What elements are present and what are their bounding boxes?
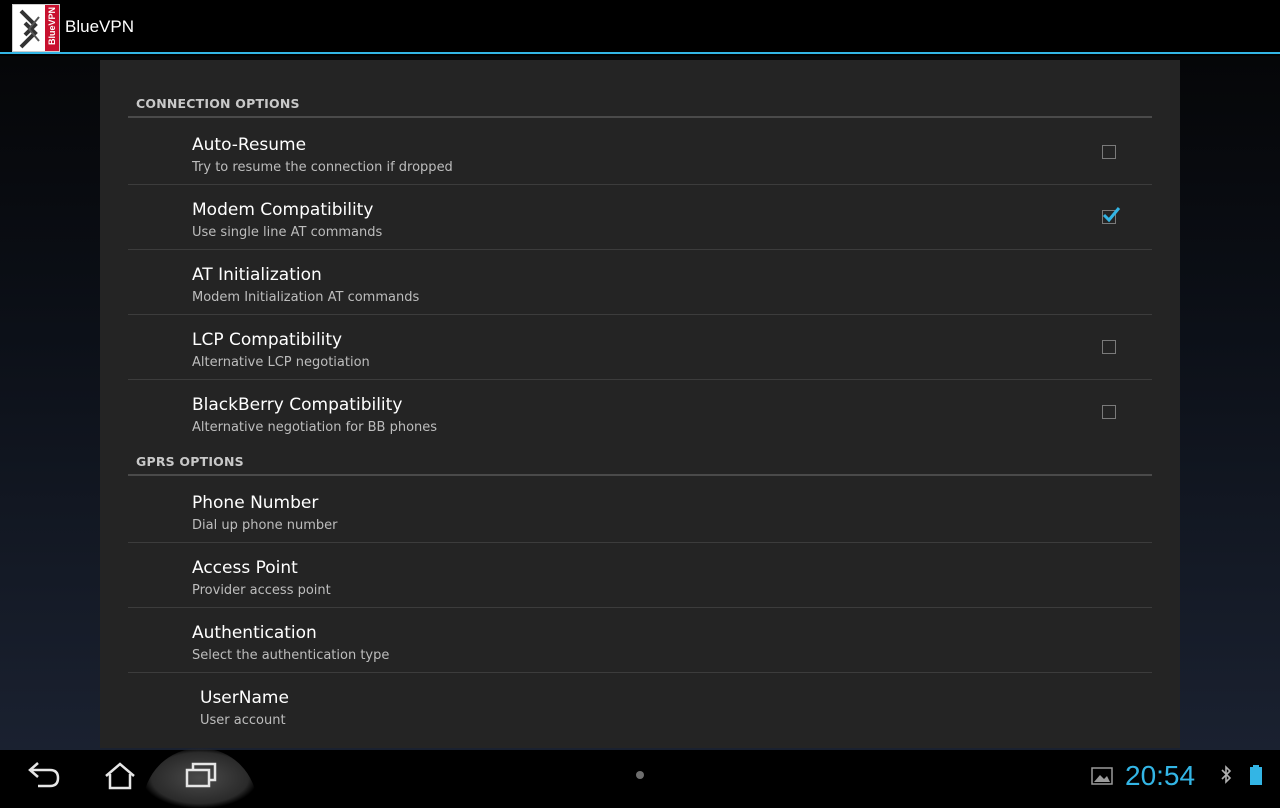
pref-summary: Modem Initialization AT commands (192, 290, 420, 305)
page-indicator-dot (636, 771, 644, 779)
back-button[interactable] (10, 750, 70, 800)
pref-summary: Alternative LCP negotiation (192, 355, 370, 370)
pref-title: Authentication (192, 623, 317, 643)
pref-title: Phone Number (192, 493, 319, 513)
pref-blackberry-compatibility[interactable]: BlackBerry Compatibility Alternative neg… (128, 380, 1152, 445)
pref-title: Auto-Resume (192, 135, 307, 155)
pref-title: BlackBerry Compatibility (192, 395, 403, 415)
lcp-compatibility-checkbox[interactable] (1102, 340, 1116, 354)
recent-apps-icon (185, 762, 217, 788)
pref-title: AT Initialization (192, 265, 322, 285)
pref-lcp-compatibility[interactable]: LCP Compatibility Alternative LCP negoti… (128, 315, 1152, 380)
pref-title: LCP Compatibility (192, 330, 343, 350)
blackberry-compatibility-checkbox[interactable] (1102, 405, 1116, 419)
pref-title: UserName (200, 688, 289, 708)
pref-phone-number[interactable]: Phone Number Dial up phone number (128, 478, 1152, 543)
section-header-label: GPRS OPTIONS (136, 454, 244, 469)
app-logo-icon[interactable]: BlueVPN (12, 4, 60, 52)
section-header-connection: CONNECTION OPTIONS (128, 92, 1152, 118)
system-nav-bar: 20:54 (0, 748, 1280, 808)
status-clock[interactable]: 20:54 (1125, 760, 1195, 792)
pref-access-point[interactable]: Access Point Provider access point (128, 543, 1152, 608)
bluetooth-icon (1221, 765, 1232, 784)
checkmark-icon (1102, 207, 1121, 223)
pref-username[interactable]: UserName User account (128, 673, 1152, 738)
action-bar: BlueVPN BlueVPN (0, 0, 1280, 54)
pref-summary: Provider access point (192, 583, 331, 598)
logo-wordmark: BlueVPN (46, 6, 57, 46)
pref-auto-resume[interactable]: Auto-Resume Try to resume the connection… (128, 120, 1152, 185)
section-header-gprs: GPRS OPTIONS (128, 450, 1152, 476)
app-title: BlueVPN (65, 17, 134, 36)
battery-icon (1250, 765, 1262, 785)
section-header-label: CONNECTION OPTIONS (136, 96, 300, 111)
pref-summary: Try to resume the connection if dropped (192, 160, 453, 175)
pref-summary: Alternative negotiation for BB phones (192, 420, 438, 435)
pref-summary: User account (200, 713, 286, 728)
pref-modem-compatibility[interactable]: Modem Compatibility Use single line AT c… (128, 185, 1152, 250)
pref-summary: Select the authentication type (192, 648, 390, 663)
pref-at-initialization[interactable]: AT Initialization Modem Initialization A… (128, 250, 1152, 315)
modem-compatibility-checkbox[interactable] (1102, 207, 1121, 224)
pref-title: Access Point (192, 558, 298, 578)
pref-summary: Use single line AT commands (192, 225, 383, 240)
home-button[interactable] (90, 750, 150, 800)
preferences-panel[interactable]: CONNECTION OPTIONS Auto-Resume Try to re… (100, 60, 1180, 748)
back-icon (28, 762, 60, 788)
recent-apps-button[interactable] (170, 750, 230, 800)
pref-title: Modem Compatibility (192, 200, 374, 220)
auto-resume-checkbox[interactable] (1102, 145, 1116, 159)
home-icon (105, 762, 135, 790)
pref-summary: Dial up phone number (192, 518, 338, 533)
gallery-icon[interactable] (1091, 767, 1113, 785)
pref-authentication[interactable]: Authentication Select the authentication… (128, 608, 1152, 673)
